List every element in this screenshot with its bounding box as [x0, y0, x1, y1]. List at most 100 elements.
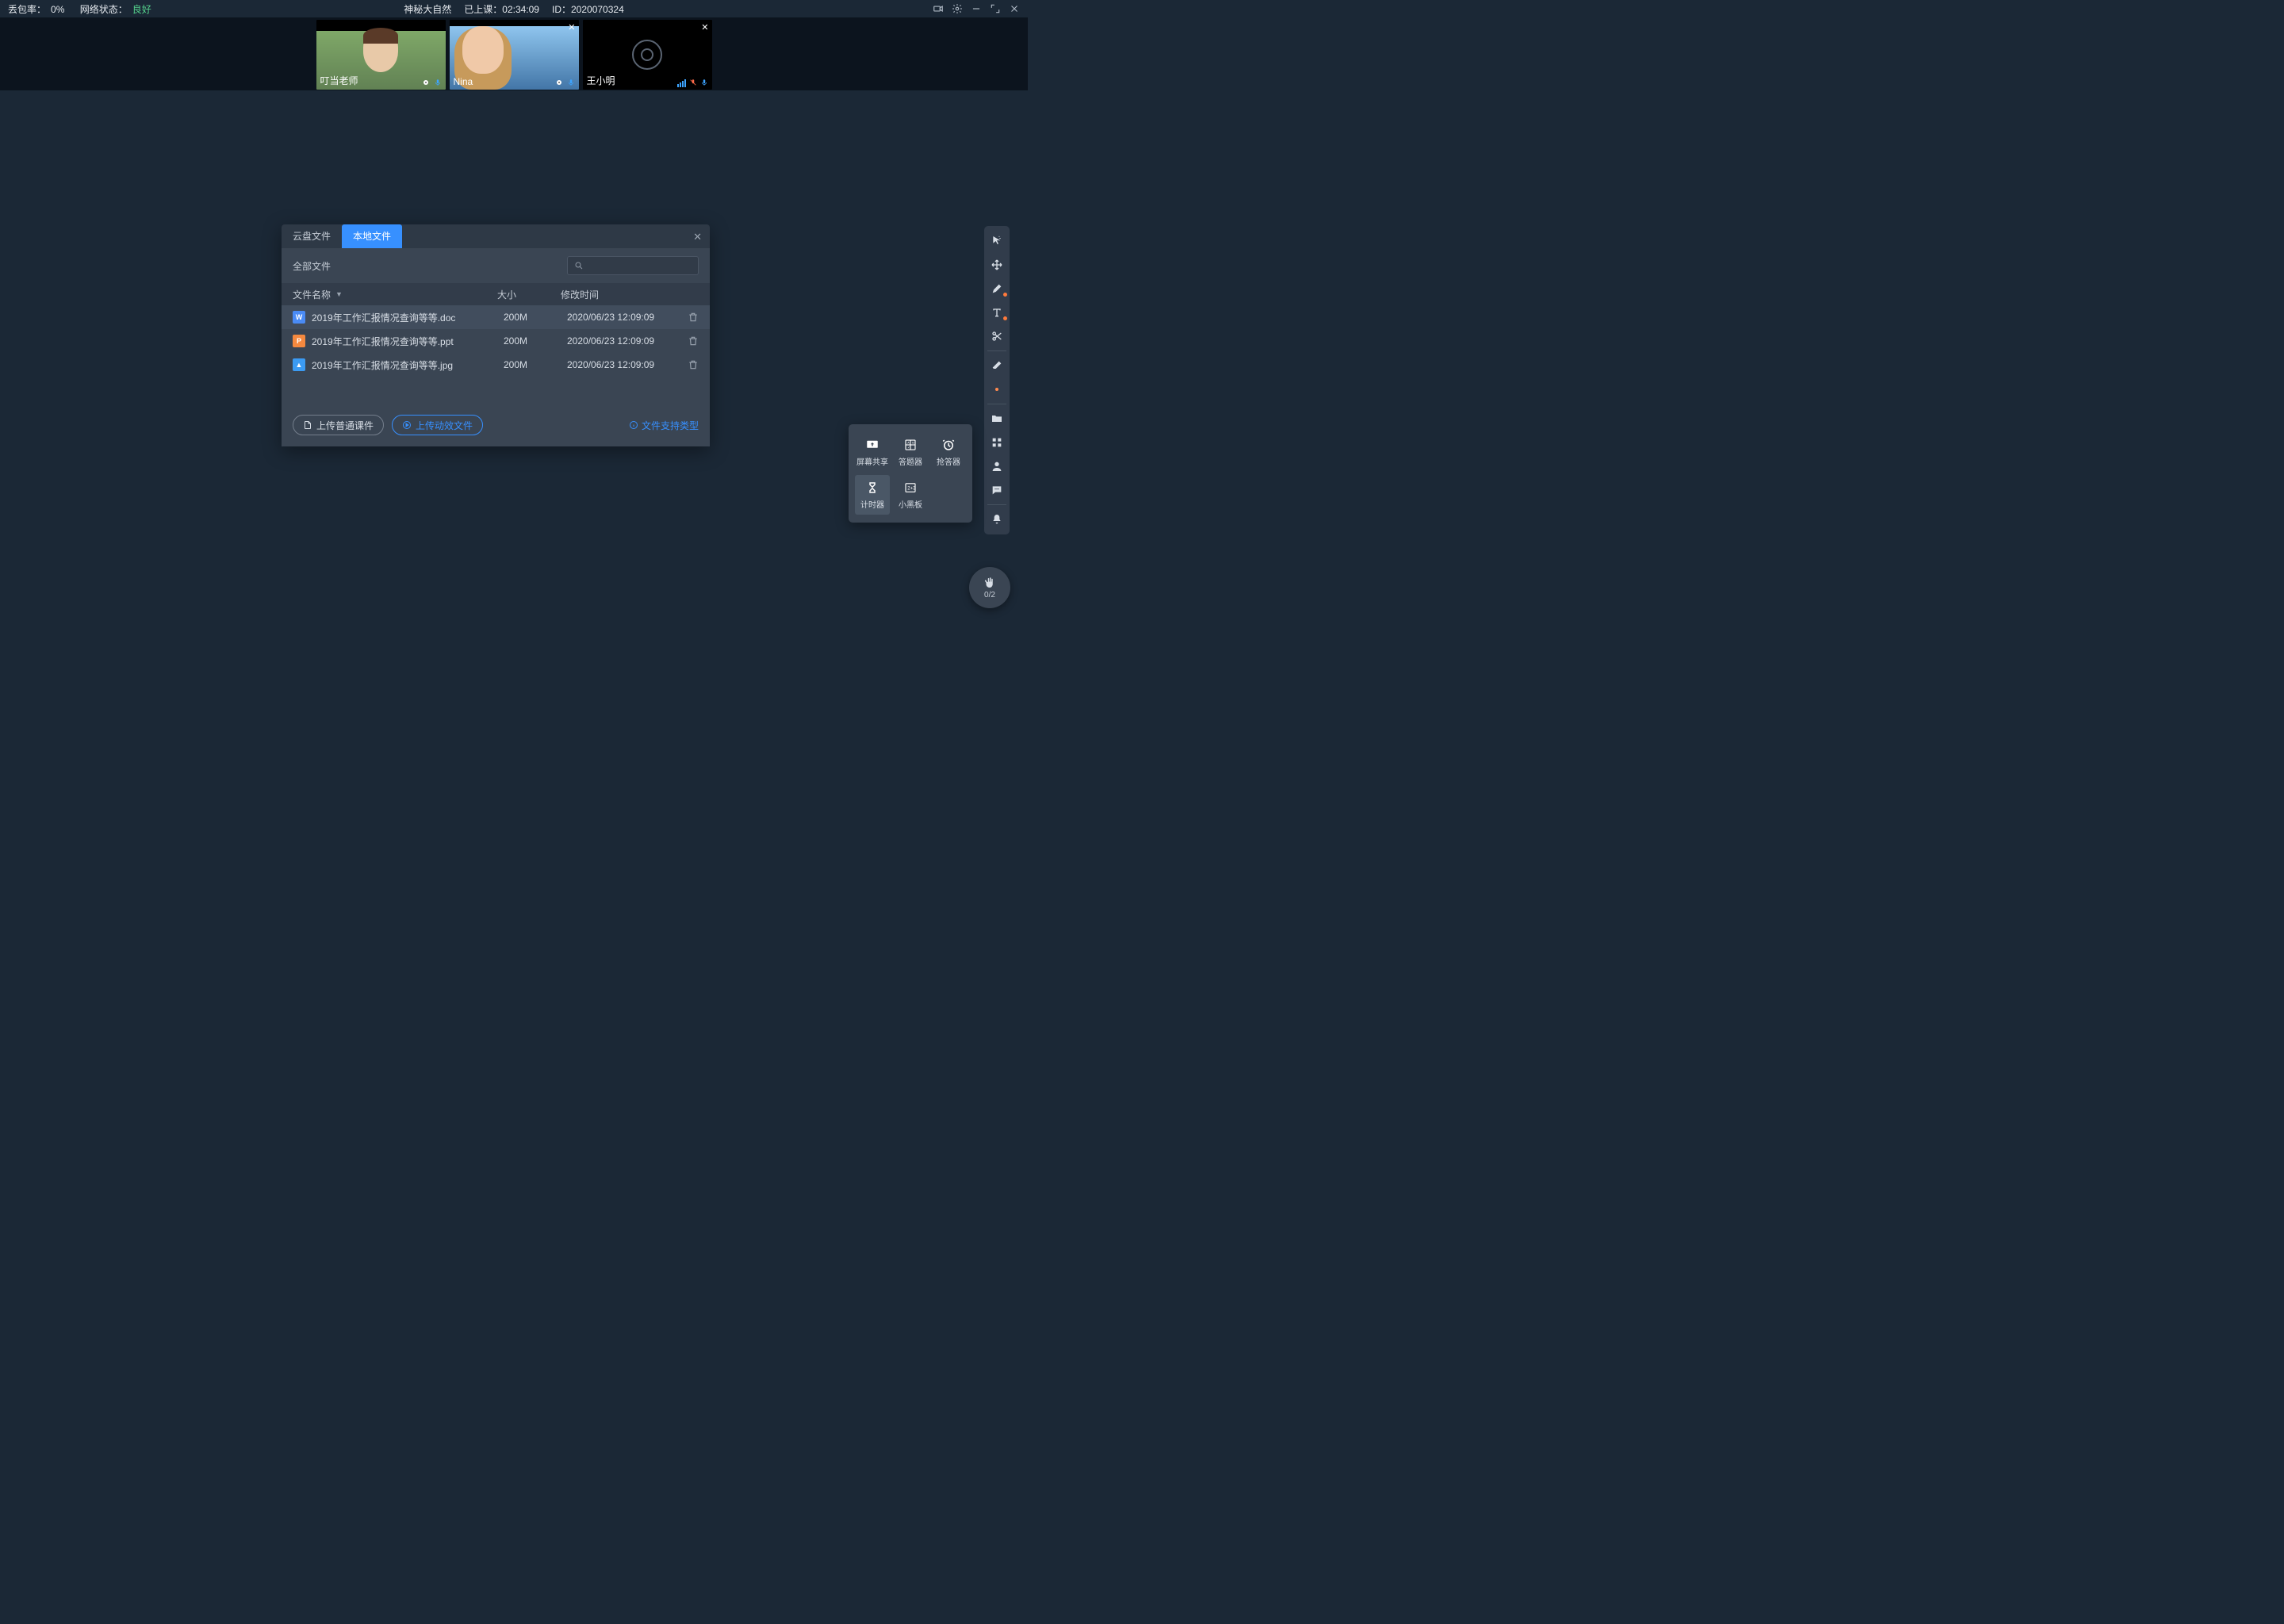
sort-desc-icon: ▼	[335, 290, 343, 298]
delete-icon[interactable]	[688, 312, 699, 323]
screen-share-icon	[864, 437, 881, 453]
play-circle-icon	[402, 420, 412, 430]
session-title: 神秘大自然	[404, 2, 451, 16]
move-tool[interactable]	[984, 253, 1010, 277]
delete-icon[interactable]	[688, 335, 699, 347]
file-time: 2020/06/23 12:09:09	[567, 312, 654, 323]
right-toolbar	[984, 226, 1010, 534]
search-icon	[574, 261, 584, 270]
file-size: 200M	[504, 312, 567, 323]
file-name: 2019年工作汇报情况查询等等.doc	[312, 311, 504, 324]
tab-local-files[interactable]: 本地文件	[342, 224, 402, 248]
mic-icon	[434, 78, 442, 87]
video-strip: 叮当老师 ✕ Nina ✕ 王小明	[0, 17, 1028, 90]
ppt-file-icon: P	[293, 335, 305, 347]
close-icon[interactable]	[1009, 3, 1020, 14]
hourglass-icon	[864, 480, 881, 496]
apps-tool[interactable]	[984, 431, 1010, 454]
svg-text:✓: ✓	[907, 446, 910, 450]
camera-icon[interactable]	[933, 3, 944, 14]
raise-hand-count: 0/2	[984, 591, 995, 599]
tab-cloud-files[interactable]: 云盘文件	[282, 224, 342, 248]
laser-tool[interactable]	[984, 377, 1010, 401]
file-size: 200M	[504, 335, 567, 347]
network-info: 丢包率： 0% 网络状态： 良好	[8, 2, 156, 16]
session-id-label: ID：	[552, 4, 571, 15]
doc-file-icon: W	[293, 311, 305, 324]
alarm-clock-icon	[940, 437, 957, 453]
user-tool[interactable]	[984, 454, 1010, 478]
file-size: 200M	[504, 359, 567, 370]
elapsed-value: 02:34:09	[502, 4, 539, 15]
file-time: 2020/06/23 12:09:09	[567, 359, 654, 370]
packet-loss-value: 0%	[51, 4, 64, 15]
mic-muted-icon	[689, 78, 697, 87]
dialog-close-icon[interactable]: ✕	[693, 231, 702, 243]
mic-icon	[700, 78, 708, 87]
column-name[interactable]: 文件名称▼	[293, 288, 497, 301]
maximize-icon[interactable]	[990, 3, 1001, 14]
signal-icon	[677, 79, 686, 87]
file-row[interactable]: W 2019年工作汇报情况查询等等.doc 200M 2020/06/23 12…	[282, 305, 710, 329]
minimize-icon[interactable]	[971, 3, 982, 14]
pen-tool[interactable]	[984, 277, 1010, 301]
chat-tool[interactable]	[984, 478, 1010, 502]
packet-loss-label: 丢包率：	[8, 4, 46, 15]
settings-icon[interactable]	[952, 3, 963, 14]
buzzer-tool[interactable]: 抢答器	[931, 432, 966, 472]
raise-hand-button[interactable]: 0/2	[969, 567, 1010, 608]
column-size[interactable]: 大小	[497, 288, 561, 301]
file-name: 2019年工作汇报情况查询等等.jpg	[312, 358, 504, 372]
close-tile-icon[interactable]: ✕	[701, 22, 708, 33]
scissors-tool[interactable]	[984, 324, 1010, 348]
upload-animated-button[interactable]: 上传动效文件	[392, 415, 483, 435]
webcam-icon	[421, 78, 431, 87]
file-time: 2020/06/23 12:09:09	[567, 335, 654, 347]
video-tile-teacher[interactable]: 叮当老师	[316, 20, 446, 90]
table-header: 文件名称▼ 大小 修改时间	[282, 283, 710, 305]
breadcrumb-all-files[interactable]: 全部文件	[293, 259, 558, 273]
screen-share-tool[interactable]: 屏幕共享	[855, 432, 890, 472]
svg-text:2+3: 2+3	[907, 486, 916, 491]
search-input[interactable]	[567, 256, 699, 275]
text-tool[interactable]	[984, 301, 1010, 324]
eraser-tool[interactable]	[984, 354, 1010, 377]
file-name: 2019年工作汇报情况查询等等.ppt	[312, 335, 504, 348]
svg-text:A: A	[907, 442, 910, 445]
file-row[interactable]: P 2019年工作汇报情况查询等等.ppt 200M 2020/06/23 12…	[282, 329, 710, 353]
pointer-tool[interactable]	[984, 229, 1010, 253]
teaching-tools-panel: 屏幕共享 AB✓ 答题器 抢答器 计时器 2+3 小黑板	[849, 424, 972, 523]
mini-board-tool[interactable]: 2+3 小黑板	[893, 475, 928, 515]
bell-tool[interactable]	[984, 508, 1010, 531]
file-dialog: 云盘文件 本地文件 ✕ 全部文件 文件名称▼ 大小 修改时间 W 2019年工作…	[282, 224, 710, 446]
video-tile-student[interactable]: ✕ Nina	[450, 20, 579, 90]
participant-name: 叮当老师	[320, 74, 358, 87]
close-tile-icon[interactable]: ✕	[568, 22, 575, 33]
folder-tool[interactable]	[984, 407, 1010, 431]
quiz-tool[interactable]: AB✓ 答题器	[893, 432, 928, 472]
image-file-icon: ▲	[293, 358, 305, 371]
hand-icon	[983, 576, 997, 590]
session-info: 神秘大自然 已上课：02:34:09 ID：2020070324	[404, 2, 624, 16]
net-status-value: 良好	[132, 4, 151, 15]
session-id-value: 2020070324	[571, 4, 624, 15]
elapsed-label: 已上课：	[464, 4, 502, 15]
upload-normal-button[interactable]: 上传普通课件	[293, 415, 384, 435]
net-status-label: 网络状态：	[80, 4, 128, 15]
timer-tool[interactable]: 计时器	[855, 475, 890, 515]
file-row[interactable]: ▲ 2019年工作汇报情况查询等等.jpg 200M 2020/06/23 12…	[282, 353, 710, 377]
window-titlebar: 丢包率： 0% 网络状态： 良好 神秘大自然 已上课：02:34:09 ID：202…	[0, 0, 1028, 17]
quiz-icon: AB✓	[902, 437, 919, 453]
document-icon	[303, 420, 312, 430]
mic-icon	[567, 78, 575, 87]
column-modified[interactable]: 修改时间	[561, 288, 699, 301]
video-tile-student[interactable]: ✕ 王小明	[583, 20, 712, 90]
webcam-icon	[554, 78, 564, 87]
participant-name: 王小明	[587, 74, 615, 87]
supported-types-link[interactable]: 文件支持类型	[629, 419, 699, 432]
info-icon	[629, 420, 638, 430]
delete-icon[interactable]	[688, 359, 699, 370]
formula-board-icon: 2+3	[902, 480, 919, 496]
svg-text:B: B	[912, 442, 914, 445]
camera-off-icon	[632, 40, 662, 70]
